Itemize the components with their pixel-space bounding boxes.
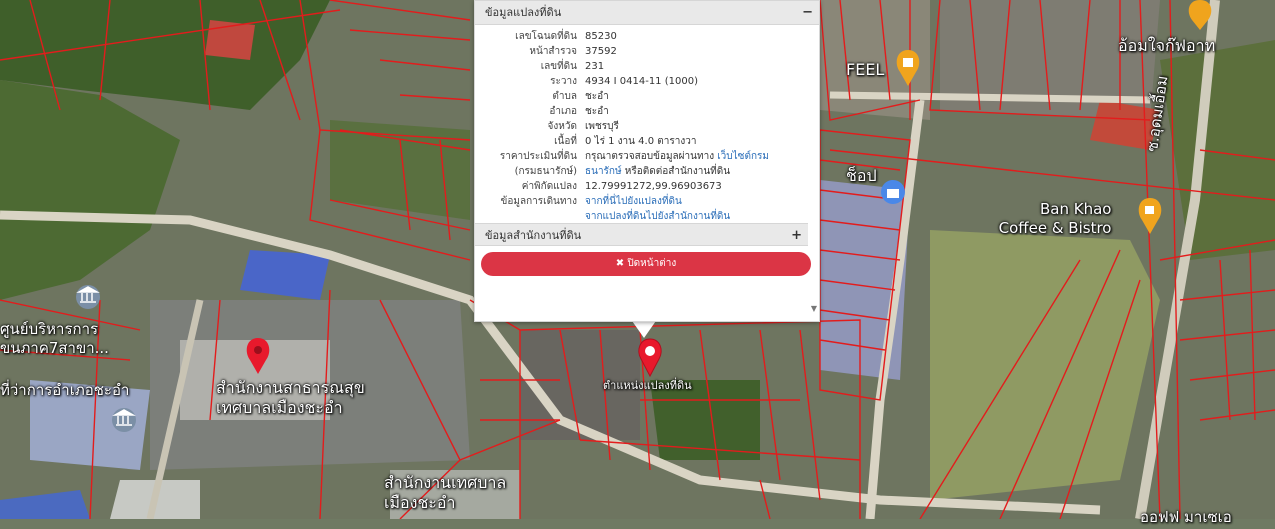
- parcel-marker-icon[interactable]: [636, 338, 664, 378]
- travel-key: ข้อมูลการเดินทาง: [500, 196, 577, 207]
- travel-links: จากที่นี่ไปยังแปลงที่ดิน จากแปลงที่ดินไป…: [585, 194, 819, 224]
- info-key: อำเภอ: [549, 106, 577, 117]
- info-value: ชะอำ: [585, 106, 609, 117]
- red-location-pin-icon[interactable]: [246, 338, 270, 374]
- parcel-info-section-header[interactable]: ข้อมูลแปลงที่ดิน −: [475, 1, 819, 25]
- scroll-down-icon[interactable]: ▼: [811, 304, 817, 313]
- price-key-line1: ราคาประเมินที่ดิน: [499, 151, 577, 162]
- price-row: ราคาประเมินที่ดิน (กรมธนารักษ์) กรุณาตรว…: [475, 149, 819, 179]
- info-row: ระวาง 4934 I 0414-11 (1000): [475, 74, 819, 89]
- info-row: เลขที่ดิน 231: [475, 59, 819, 74]
- close-popup-button[interactable]: ✖ ปิดหน้าต่าง: [481, 252, 811, 276]
- info-value: 0 ไร่ 1 งาน 4.0 ตารางวา: [585, 136, 697, 147]
- info-row: เนื้อที่ 0 ไร่ 1 งาน 4.0 ตารางวา: [475, 134, 819, 149]
- travel-row: ข้อมูลการเดินทาง จากที่นี่ไปยังแปลงที่ดิ…: [475, 194, 819, 224]
- top-right-pin-icon[interactable]: [1188, 0, 1212, 30]
- info-value: เพชรบุรี: [585, 121, 619, 132]
- coord-row: ค่าพิกัดแปลง 12.79991272,99.96903673: [475, 179, 819, 194]
- price-value: กรุณาตรวจสอบข้อมูลผ่านทาง เว็บไซต์กรม ธน…: [585, 149, 819, 179]
- land-office-section-header[interactable]: ข้อมูลสำนักงานที่ดิน +: [475, 223, 808, 246]
- info-key: ระวาง: [550, 76, 577, 87]
- shopping-icon[interactable]: [881, 180, 905, 204]
- price-key: ราคาประเมินที่ดิน (กรมธนารักษ์): [475, 149, 585, 179]
- directions-to-office-link[interactable]: จากแปลงที่ดินไปยังสำนักงานที่ดิน: [585, 209, 819, 224]
- government-icon[interactable]: [76, 285, 100, 309]
- parcel-marker-label: ตำแหน่งแปลงที่ดิน: [603, 379, 692, 392]
- info-key: เลขโฉนดที่ดิน: [515, 31, 577, 42]
- price-text: กรุณาตรวจสอบข้อมูลผ่านทาง: [585, 151, 715, 162]
- info-row: หน้าสำรวจ 37592: [475, 44, 819, 59]
- cafe-pin-icon[interactable]: [1138, 198, 1162, 234]
- info-key: ตำบล: [552, 91, 577, 102]
- price-key-line2: (กรมธนารักษ์): [514, 166, 577, 177]
- info-key: เนื้อที่: [554, 136, 577, 147]
- info-row: ตำบล ชะอำ: [475, 89, 819, 104]
- treasury-website-link[interactable]: เว็บไซต์กรม: [717, 151, 769, 162]
- info-key: จังหวัด: [547, 121, 577, 132]
- info-value: 85230: [585, 31, 617, 42]
- directions-to-parcel-link[interactable]: จากที่นี่ไปยังแปลงที่ดิน: [585, 194, 819, 209]
- coord-link[interactable]: 12.79991272,99.96903673: [585, 179, 819, 194]
- info-value: ชะอำ: [585, 91, 609, 102]
- parcel-info-table: เลขโฉนดที่ดิน 85230 หน้าสำรวจ 37592 เลขที่…: [475, 29, 819, 224]
- treasury-website-link-cont[interactable]: ธนารักษ์: [585, 166, 622, 177]
- parcel-info-popup: ข้อมูลแปลงที่ดิน − เลขโฉนดที่ดิน 85230 หน…: [474, 0, 820, 322]
- price-text-2: หรือติดต่อสำนักงานที่ดิน: [624, 166, 731, 177]
- parcel-info-section-title: ข้อมูลแปลงที่ดิน: [485, 6, 562, 19]
- popup-scrollbar[interactable]: [807, 1, 819, 319]
- info-value: 4934 I 0414-11 (1000): [585, 76, 698, 87]
- info-value: 231: [585, 61, 605, 72]
- government-icon-2[interactable]: [112, 408, 136, 432]
- info-value: 37592: [585, 46, 617, 57]
- info-row: จังหวัด เพชรบุรี: [475, 119, 819, 134]
- coord-key: ค่าพิกัดแปลง: [521, 181, 577, 192]
- info-key: หน้าสำรวจ: [529, 46, 577, 57]
- food-pin-icon[interactable]: [896, 50, 920, 86]
- info-row: เลขโฉนดที่ดิน 85230: [475, 29, 819, 44]
- info-key: เลขที่ดิน: [540, 61, 577, 72]
- land-office-section-title: ข้อมูลสำนักงานที่ดิน: [485, 229, 582, 242]
- info-row: อำเภอ ชะอำ: [475, 104, 819, 119]
- expand-icon[interactable]: +: [791, 224, 802, 247]
